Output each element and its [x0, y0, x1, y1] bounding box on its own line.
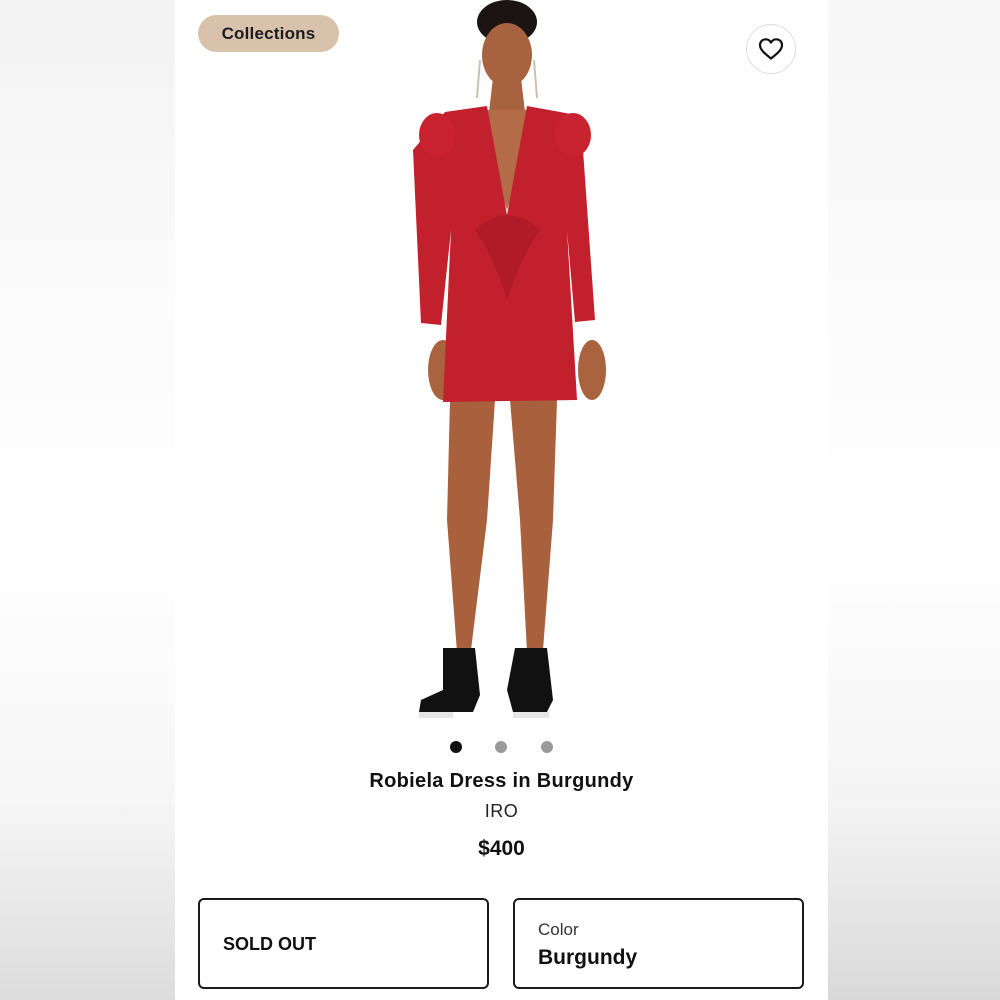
collections-button[interactable]: Collections: [198, 15, 339, 52]
background-right: [828, 0, 1000, 1000]
size-selector[interactable]: SOLD OUT: [198, 898, 489, 989]
heart-icon: [758, 38, 784, 60]
availability-status: SOLD OUT: [223, 934, 316, 954]
carousel-dots: [175, 741, 828, 753]
product-price: $400: [478, 837, 525, 860]
product-title: Robiela Dress in Burgundy: [369, 770, 634, 792]
carousel-dot-3[interactable]: [541, 741, 553, 753]
carousel-dot-2[interactable]: [495, 741, 507, 753]
product-image[interactable]: [375, 0, 635, 730]
carousel-dot-1[interactable]: [450, 741, 462, 753]
background-left: [0, 0, 175, 1000]
color-selector[interactable]: Color Burgundy: [513, 898, 804, 989]
color-value: Burgundy: [538, 946, 638, 969]
product-brand[interactable]: IRO: [175, 801, 828, 822]
color-label: Color: [538, 920, 579, 939]
product-card: Collections Robiela Dress in Burgundy IR…: [175, 0, 828, 1000]
favorite-button[interactable]: [746, 24, 796, 74]
